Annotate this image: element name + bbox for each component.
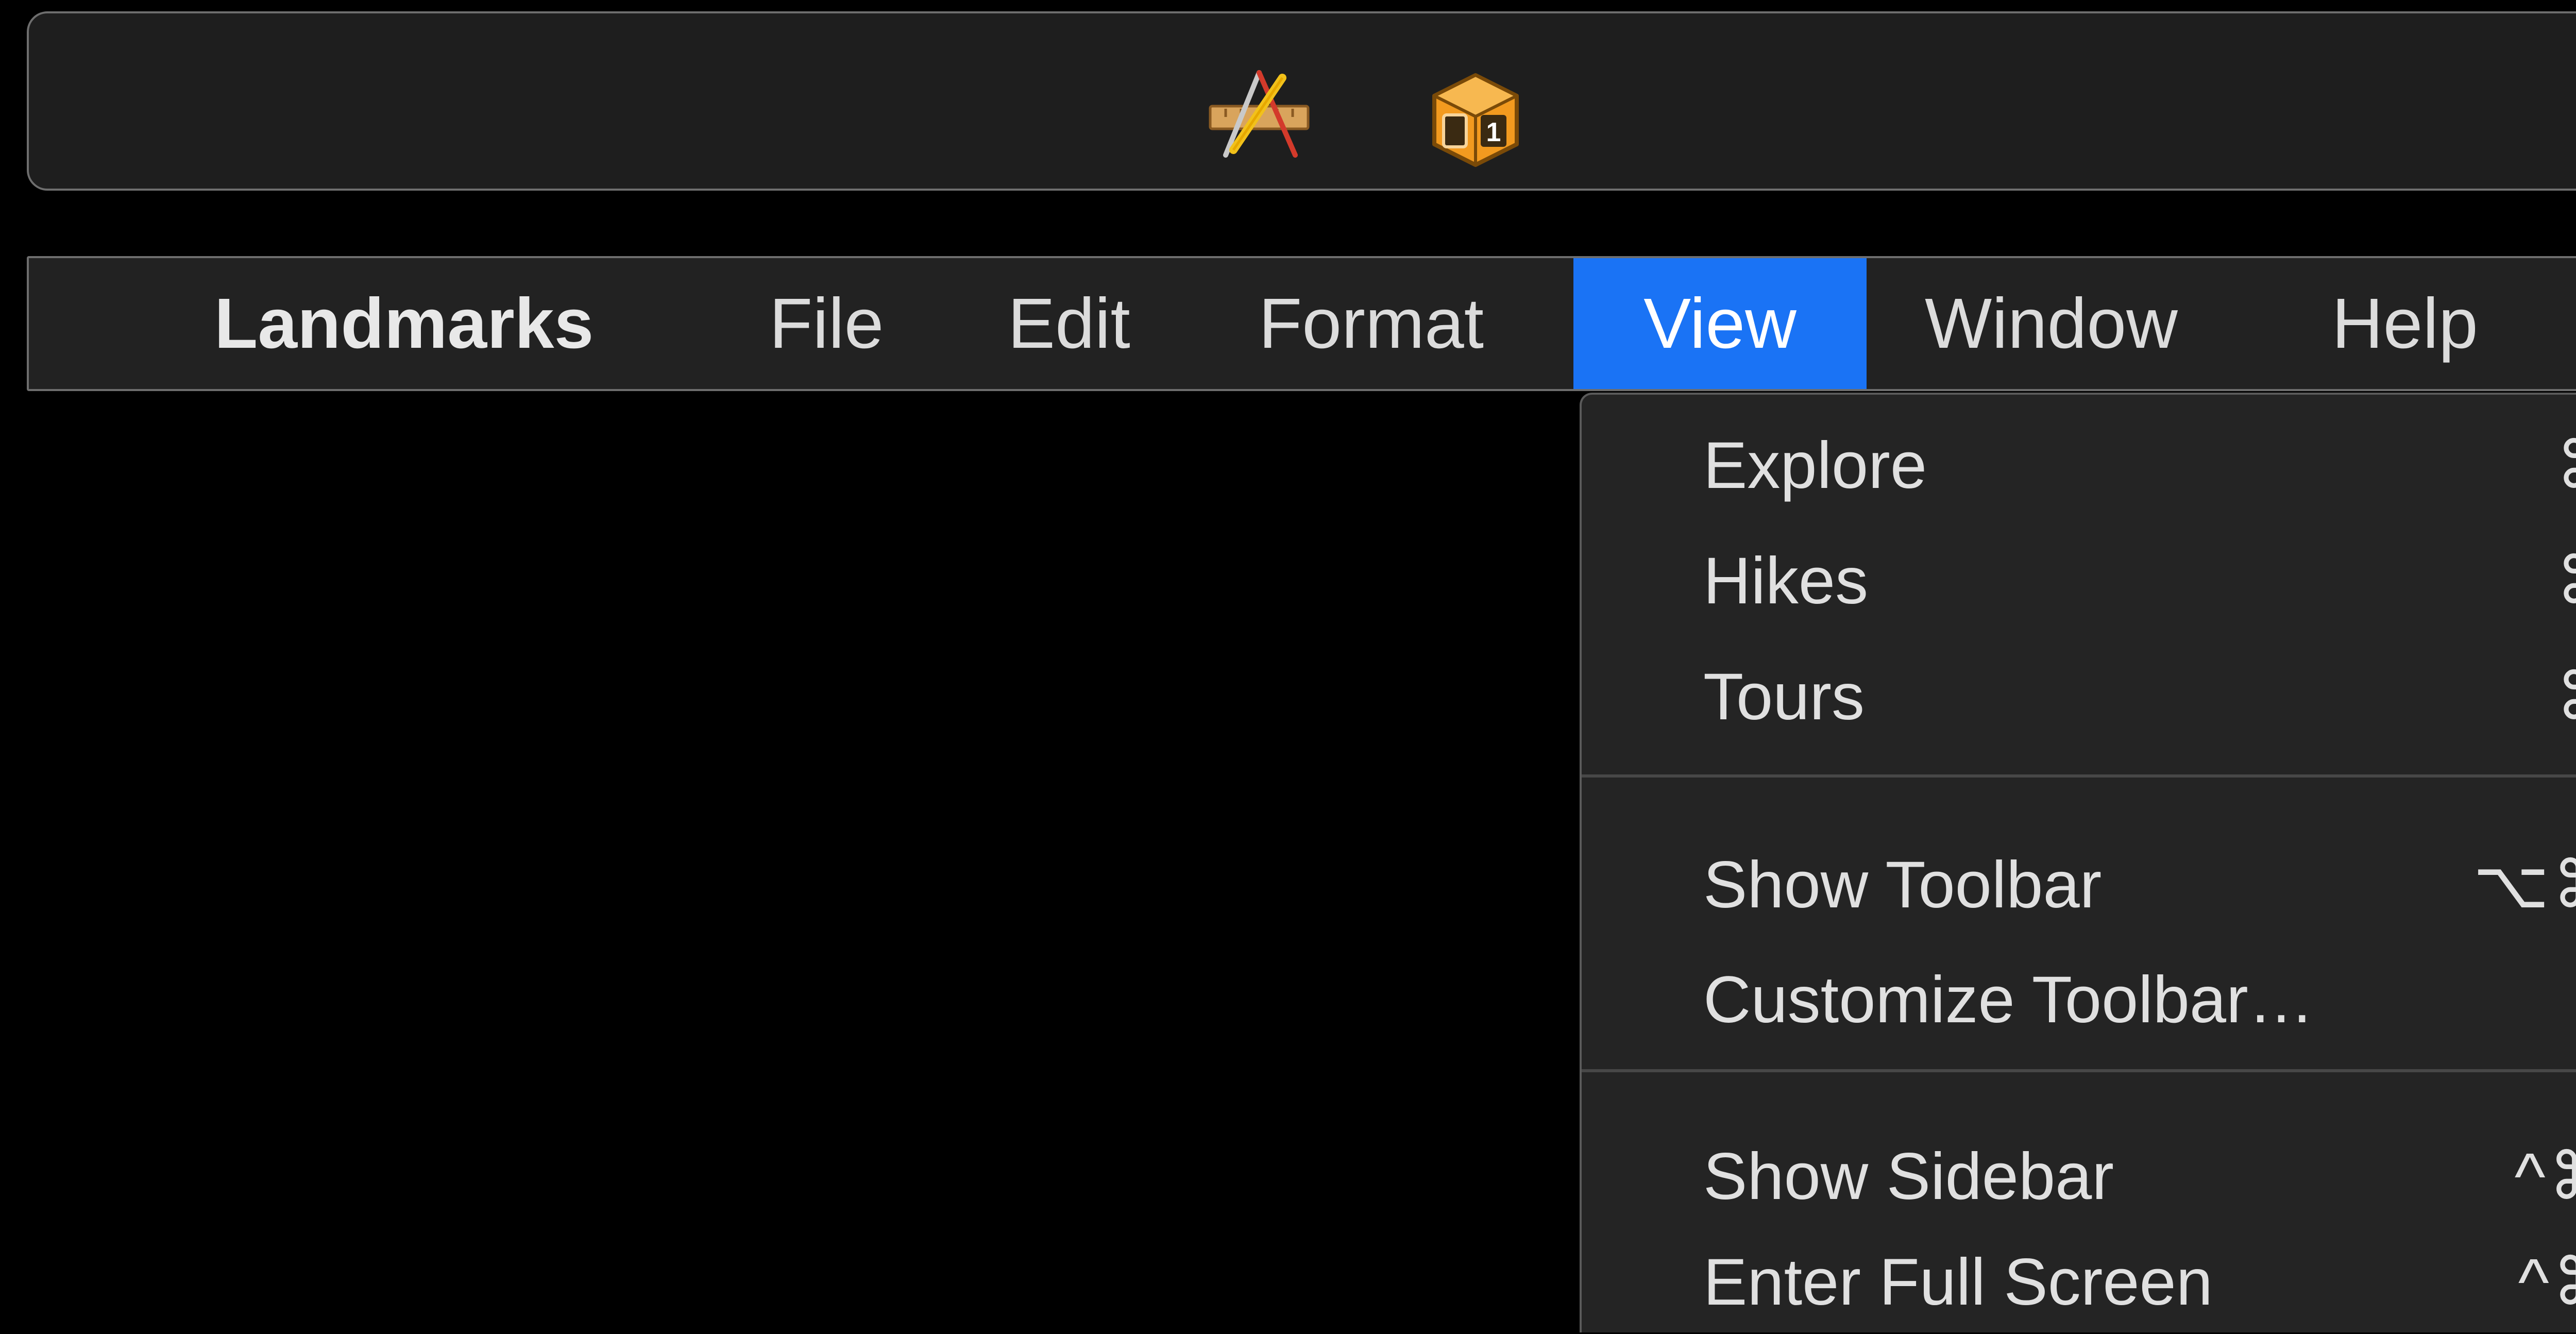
menu-item-label: Tours xyxy=(1703,660,1865,734)
box-icon-badge: 1 xyxy=(1486,117,1501,147)
menu-separator xyxy=(1582,1069,2576,1072)
menu-item-label: Customize Toolbar… xyxy=(1703,963,2314,1037)
view-menu-dropdown: Explore ⌘1 Hikes ⌘2 Tours ⌘3 Show Toolba… xyxy=(1580,393,2576,1332)
menu-item-shortcut: ^⌘S xyxy=(2514,1140,2576,1213)
menu-bar: Landmarks File Edit Format View Window H… xyxy=(27,256,2576,391)
menu-separator xyxy=(1582,774,2576,778)
menu-item-enter-full-screen[interactable]: Enter Full Screen ^⌘F xyxy=(1582,1231,2576,1334)
menu-edit[interactable]: Edit xyxy=(1008,258,1130,389)
toolbar: 1 xyxy=(27,11,2576,191)
menu-app-name[interactable]: Landmarks xyxy=(214,258,594,389)
menu-item-tours[interactable]: Tours ⌘3 xyxy=(1582,646,2576,749)
menu-item-label: Enter Full Screen xyxy=(1703,1245,2213,1319)
menu-item-explore[interactable]: Explore ⌘1 xyxy=(1582,414,2576,517)
menu-view[interactable]: View xyxy=(1573,258,1867,389)
menu-item-label: Show Sidebar xyxy=(1703,1140,2114,1213)
menu-item-show-sidebar[interactable]: Show Sidebar ^⌘S xyxy=(1582,1125,2576,1228)
menu-help[interactable]: Help xyxy=(2332,258,2478,389)
menu-item-label: Hikes xyxy=(1703,544,1869,618)
menu-window[interactable]: Window xyxy=(1925,258,2178,389)
menu-format[interactable]: Format xyxy=(1259,258,1484,389)
menu-item-shortcut: ⌥⌘T xyxy=(2473,848,2576,922)
xcode-icon[interactable] xyxy=(1205,67,1313,160)
menu-file[interactable]: File xyxy=(769,258,884,389)
menu-item-label: Explore xyxy=(1703,429,1927,502)
menu-item-shortcut: ⌘2 xyxy=(2556,530,2576,633)
menu-item-hikes[interactable]: Hikes ⌘2 xyxy=(1582,530,2576,633)
menu-item-customize-toolbar[interactable]: Customize Toolbar… xyxy=(1582,949,2576,1052)
menu-item-shortcut: ⌘1 xyxy=(2556,414,2576,517)
menu-item-label: Show Toolbar xyxy=(1703,848,2102,922)
menu-item-shortcut: ⌘3 xyxy=(2556,646,2576,749)
package-box-icon[interactable]: 1 xyxy=(1429,71,1522,169)
menu-item-show-toolbar[interactable]: Show Toolbar ⌥⌘T xyxy=(1582,834,2576,937)
menu-item-shortcut: ^⌘F xyxy=(2518,1245,2576,1319)
